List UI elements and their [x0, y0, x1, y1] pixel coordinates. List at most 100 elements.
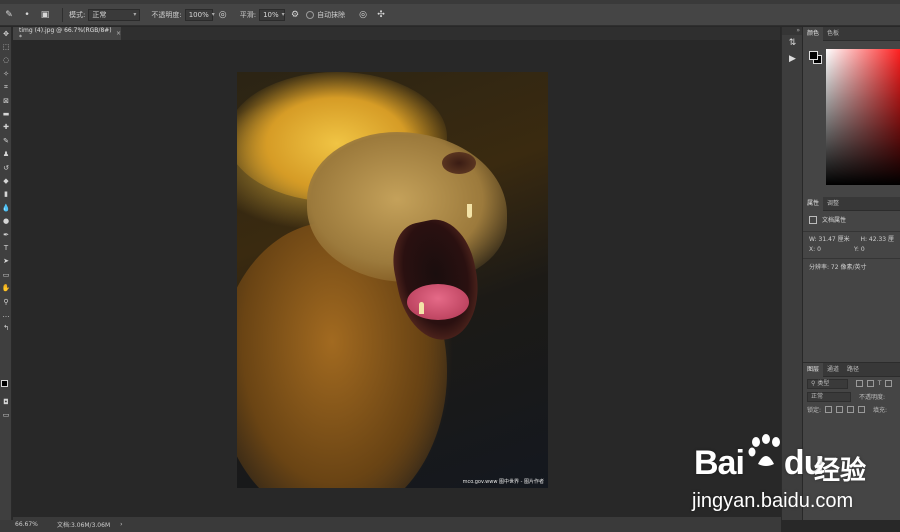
collapse-icon[interactable]: » [782, 27, 802, 35]
blur-tool-icon[interactable]: 💧 [0, 201, 12, 214]
filter-adjustment-icon[interactable] [867, 380, 874, 387]
history-brush-tool-icon[interactable]: ↺ [0, 161, 12, 174]
brush-tool-icon[interactable]: ✎ [0, 134, 12, 147]
jingyan-label: 经验 [814, 456, 867, 486]
shape-tool-icon[interactable]: ▭ [0, 268, 12, 281]
frame-tool-icon[interactable]: ⊠ [0, 94, 12, 107]
quick-mask-icon[interactable]: ◘ [0, 395, 12, 408]
photo-watermark: mco.gov.www 图中世界 - 图片作者 [462, 479, 544, 485]
marquee-tool-icon[interactable]: ⬚ [0, 40, 12, 53]
chevron-down-icon: ▾ [211, 10, 215, 18]
smoothing-label: 平滑: [239, 10, 257, 19]
move-tool-icon[interactable]: ✥ [0, 27, 12, 40]
lock-pixels-icon[interactable] [825, 406, 833, 413]
swap-colors-icon[interactable]: ↰ [0, 322, 12, 335]
lock-all-icon[interactable] [858, 406, 866, 413]
type-tool-icon[interactable]: T [0, 241, 12, 254]
zoom-level[interactable]: 66.67% [13, 521, 49, 528]
x-label: X: [809, 246, 816, 253]
brush-tool-icon[interactable]: ✎ [2, 8, 16, 22]
chevron-down-icon: ▾ [281, 10, 285, 18]
document-tab-bar: timg (4).jpg @ 66.7%(RGB/8#) * × [13, 26, 780, 41]
width-value[interactable]: 31.47 厘米 [819, 236, 850, 243]
blend-mode-select[interactable]: 正常 [807, 391, 851, 402]
jingyan-url: jingyan.baidu.com [692, 490, 854, 512]
healing-brush-tool-icon[interactable]: ✚ [0, 121, 12, 134]
dodge-tool-icon[interactable]: ● [0, 214, 12, 227]
document-tab-title: timg (4).jpg @ 66.7%(RGB/8#) * [19, 26, 112, 41]
tab-channels[interactable]: 通道 [823, 363, 843, 377]
stamp-tool-icon[interactable]: ♟ [0, 148, 12, 161]
pen-tool-icon[interactable]: ✒ [0, 228, 12, 241]
status-bar: 66.67% 文档:3.06M/3.06M › [13, 517, 781, 532]
y-label: Y: [854, 246, 859, 253]
tab-swatches[interactable]: 色板 [823, 27, 843, 41]
lock-paint-icon[interactable] [836, 406, 844, 413]
auto-erase-label: 自动抹除 [317, 10, 346, 19]
close-icon[interactable]: × [116, 30, 121, 37]
filter-type-icon[interactable]: T [878, 380, 882, 387]
photoshop-window: ✎ • ▣ 模式: 正常 ▾ 不透明度: 100% ▾ ◎ 平滑: 10% ▾ ⚙ 自… [0, 0, 900, 532]
lock-label: 锁定: [807, 407, 822, 414]
filter-shape-icon[interactable] [885, 380, 892, 387]
tab-adjustments[interactable]: 调整 [823, 197, 843, 211]
chevron-down-icon: ▾ [133, 10, 137, 18]
eraser-tool-icon[interactable]: ◆ [0, 174, 12, 187]
auto-erase-checkbox[interactable] [306, 10, 315, 19]
tab-color[interactable]: 颜色 [803, 26, 824, 41]
document-tab[interactable]: timg (4).jpg @ 66.7%(RGB/8#) * × [13, 26, 121, 41]
x-value[interactable]: 0 [817, 246, 821, 253]
doc-props-title: 文档属性 [822, 217, 847, 224]
lion-photo[interactable]: mco.gov.www 图中世界 - 图片作者 [237, 72, 548, 488]
crop-tool-icon[interactable]: ⌗ [0, 81, 12, 94]
tab-paths[interactable]: 路径 [843, 363, 863, 377]
smoothing-field[interactable]: 10% ▾ [259, 8, 286, 21]
opacity-field[interactable]: 100% ▾ [184, 8, 215, 21]
brush-preset-picker-icon[interactable]: • [20, 8, 34, 22]
pressure-opacity-icon[interactable]: ◎ [216, 8, 230, 22]
document-size: 文档:3.06M/3.06M [57, 522, 111, 529]
document-icon [809, 215, 817, 224]
baidu-paw-icon [748, 434, 780, 466]
resolution-text: 分辨率: 72 像素/英寸 [809, 264, 867, 271]
magic-wand-tool-icon[interactable]: ✧ [0, 67, 12, 80]
actions-panel-icon[interactable]: ▶ [782, 51, 803, 67]
height-label: H: [860, 236, 867, 243]
mode-select[interactable]: 正常 ▾ [88, 8, 141, 21]
opacity-label: 不透明度: [151, 10, 182, 19]
hand-tool-icon[interactable]: ✋ [0, 281, 12, 294]
properties-panel: 属性 调整 文档属性 W: 31.47 厘米 H: 42.33 厘 X: 0 Y… [803, 196, 900, 361]
history-panel-icon[interactable]: ⇅ [782, 35, 803, 51]
edit-toolbar-icon[interactable]: … [0, 308, 12, 321]
lasso-tool-icon[interactable]: ◌ [0, 54, 12, 67]
symmetry-icon[interactable]: ✣ [374, 8, 388, 22]
canvas-area[interactable]: mco.gov.www 图中世界 - 图片作者 [13, 40, 780, 517]
eyedropper-tool-icon[interactable]: ▬ [0, 107, 12, 120]
screen-mode-icon[interactable]: ▭ [0, 408, 12, 421]
layer-opacity-label: 不透明度: [859, 394, 886, 401]
options-bar: ✎ • ▣ 模式: 正常 ▾ 不透明度: 100% ▾ ◎ 平滑: 10% ▾ ⚙ 自… [0, 4, 900, 26]
y-value[interactable]: 0 [861, 246, 865, 253]
pressure-size-icon[interactable]: ◎ [356, 8, 370, 22]
panel-foreground-swatch[interactable] [809, 51, 818, 60]
mode-label: 模式: [69, 10, 86, 19]
color-panel [803, 41, 900, 197]
filter-pixel-icon[interactable] [856, 380, 864, 387]
tab-layers[interactable]: 图层 [803, 362, 824, 377]
foreground-color-swatch[interactable] [1, 380, 8, 387]
gear-icon[interactable]: ⚙ [288, 8, 302, 22]
width-label: W: [809, 236, 817, 243]
tab-properties[interactable]: 属性 [803, 196, 824, 211]
color-picker-field[interactable] [826, 49, 900, 185]
height-value[interactable]: 42.33 厘 [869, 236, 894, 243]
gradient-tool-icon[interactable]: ▮ [0, 188, 12, 201]
zoom-tool-icon[interactable]: ⚲ [0, 295, 12, 308]
tools-panel: ✥ ⬚ ◌ ✧ ⌗ ⊠ ▬ ✚ ✎ ♟ ↺ ◆ ▮ 💧 ● ✒ T ➤ ▭ ✋ … [0, 27, 12, 520]
status-menu-arrow[interactable]: › [110, 521, 122, 528]
brush-settings-icon[interactable]: ▣ [38, 8, 52, 22]
path-selection-tool-icon[interactable]: ➤ [0, 255, 12, 268]
color-panel-tabs: 颜色 色板 [803, 26, 900, 41]
lock-move-icon[interactable] [847, 406, 855, 413]
layer-filter-select[interactable]: ⚲ 类型 [807, 378, 849, 389]
fill-label: 填充: [873, 407, 888, 414]
